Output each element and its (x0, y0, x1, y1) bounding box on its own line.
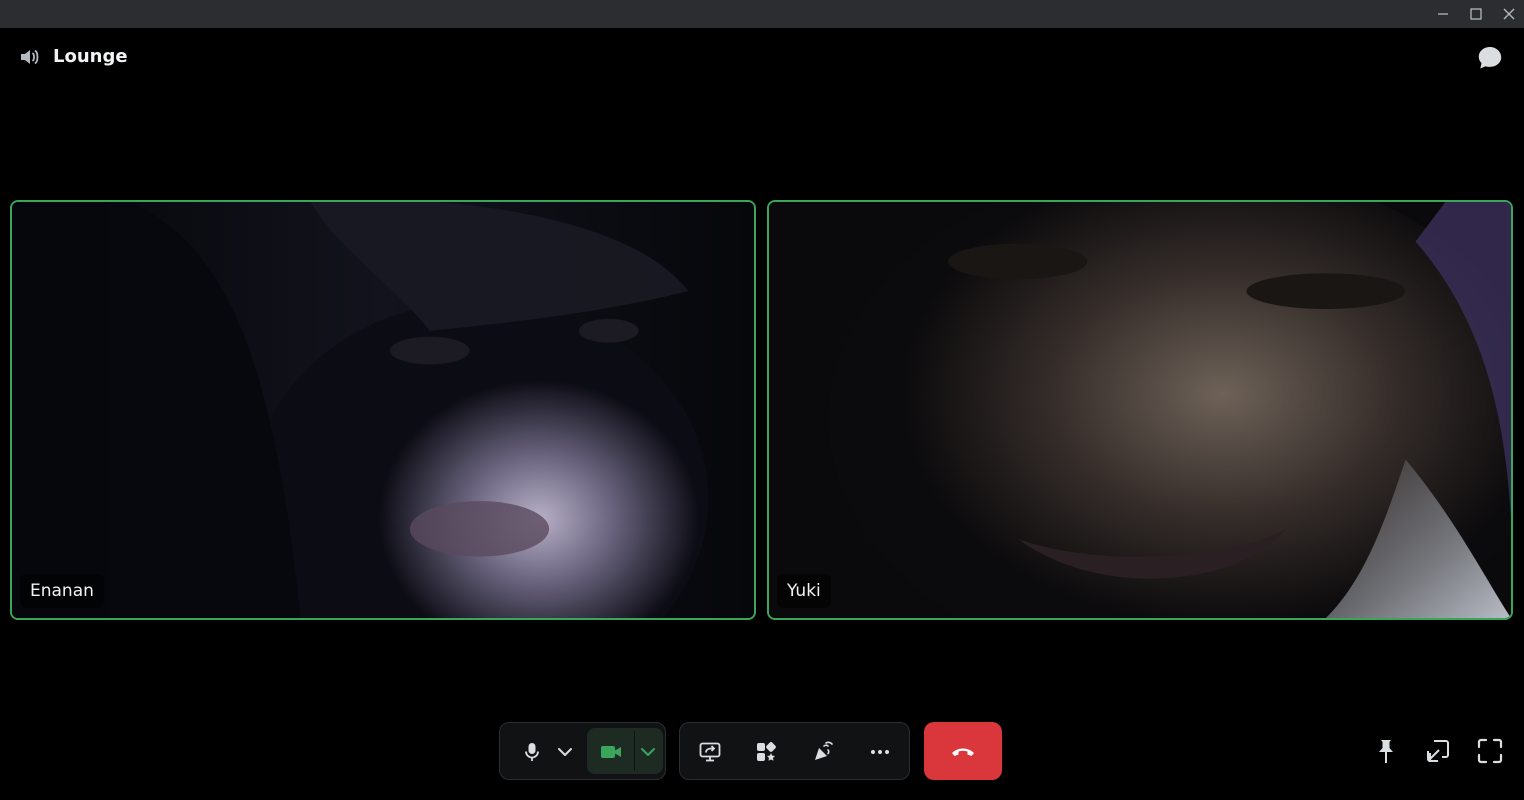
fullscreen-icon (1477, 738, 1503, 764)
pin-button[interactable] (1371, 736, 1401, 766)
microphone-options-button[interactable] (552, 731, 578, 773)
window-title-bar (0, 0, 1524, 28)
pin-icon (1379, 740, 1393, 763)
participant-name-tag: Enanan (20, 574, 104, 608)
speaker-icon (21, 50, 39, 64)
video-tile[interactable]: Yuki (767, 200, 1513, 620)
activity-controls (679, 722, 910, 780)
pop-out-icon (1427, 740, 1449, 762)
close-icon (1503, 8, 1515, 20)
close-button[interactable] (1492, 0, 1524, 28)
more-icon (871, 750, 889, 754)
chat-bubble-icon[interactable] (1476, 44, 1504, 72)
video-camera-icon (601, 746, 621, 758)
activities-button[interactable] (746, 731, 786, 773)
soundboard-icon (815, 741, 833, 760)
channel-name[interactable]: Lounge (53, 45, 128, 69)
chevron-down-icon (641, 748, 655, 756)
more-options-button[interactable] (860, 731, 900, 773)
screen-share-icon (699, 742, 721, 762)
minimize-button[interactable] (1426, 0, 1460, 28)
soundboard-button[interactable] (803, 731, 843, 773)
camera-button[interactable] (588, 731, 634, 773)
microphone-button[interactable] (512, 731, 552, 773)
maximize-icon (1470, 8, 1482, 20)
audio-video-controls (499, 722, 666, 780)
minimize-icon (1438, 13, 1448, 15)
participant-video (769, 202, 1511, 618)
screen-share-button[interactable] (690, 731, 730, 773)
participant-video (12, 202, 754, 618)
camera-options-button[interactable] (634, 731, 662, 773)
participant-name-tag: Yuki (777, 574, 831, 608)
activities-icon (757, 742, 776, 761)
hang-up-icon (952, 748, 974, 756)
disconnect-button[interactable] (924, 722, 1002, 780)
pop-out-button[interactable] (1423, 736, 1453, 766)
fullscreen-button[interactable] (1475, 736, 1505, 766)
microphone-icon (525, 743, 539, 761)
video-tile[interactable]: Enanan (10, 200, 756, 620)
maximize-button[interactable] (1459, 0, 1493, 28)
call-header: Lounge (0, 28, 1524, 86)
chevron-down-icon (558, 748, 572, 756)
